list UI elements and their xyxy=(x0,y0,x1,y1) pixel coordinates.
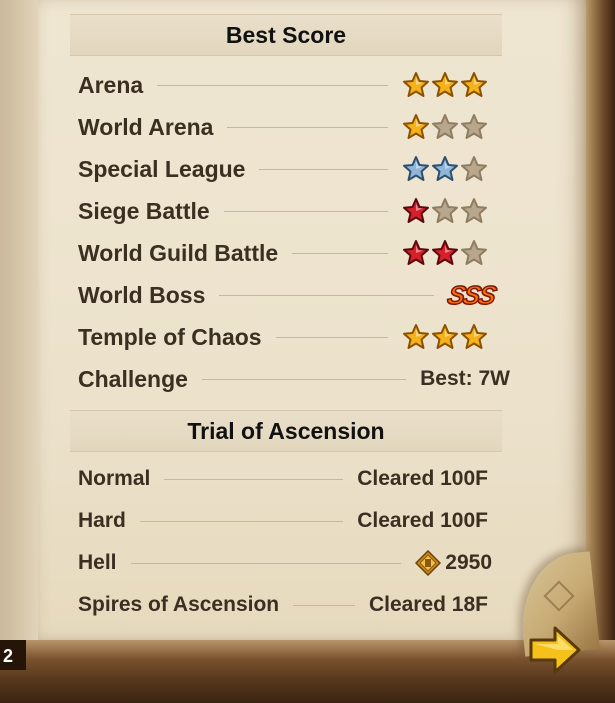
empty-star-icon xyxy=(432,198,458,223)
sss-rank-badge: SSS xyxy=(444,279,498,311)
silver-star-icon xyxy=(432,156,458,181)
row-label: Normal xyxy=(78,467,151,490)
row-divider xyxy=(292,252,388,254)
trial-value: Cleared 18F xyxy=(368,593,488,616)
trial-header: Trial of Ascension xyxy=(70,410,502,452)
score-row-siege-battle: Siege Battle xyxy=(78,194,500,228)
empty-star-icon xyxy=(432,114,458,139)
red-star-icon xyxy=(403,240,429,265)
score-row-world-arena: World Arena xyxy=(78,110,500,144)
gold-star-icon xyxy=(461,324,487,349)
trial-row-hard: Hard Cleared 100F xyxy=(78,504,500,538)
star-rating xyxy=(402,113,488,141)
row-divider xyxy=(275,336,388,338)
challenge-best: Best: 7W xyxy=(420,367,510,390)
row-divider xyxy=(130,562,402,564)
hell-medal-icon xyxy=(415,550,442,576)
row-divider xyxy=(259,168,388,170)
row-label: World Boss xyxy=(78,281,206,308)
gold-star-icon xyxy=(403,114,429,139)
row-divider xyxy=(201,378,407,380)
gold-star-icon xyxy=(461,72,487,97)
row-label: World Guild Battle xyxy=(78,239,279,266)
empty-star-icon xyxy=(461,198,487,223)
page-number: 2 xyxy=(3,646,14,666)
row-divider xyxy=(219,294,434,296)
row-label: Hard xyxy=(78,509,126,532)
row-label: Special League xyxy=(78,155,246,182)
score-row-world-guild-battle: World Guild Battle xyxy=(78,236,500,270)
row-label: Challenge xyxy=(78,365,188,392)
trial-value: Cleared 100F xyxy=(357,467,488,490)
red-star-icon xyxy=(432,240,458,265)
next-page-arrow-icon[interactable] xyxy=(527,624,583,676)
score-row-challenge: Challenge Best: 7W xyxy=(78,362,510,396)
achievement-book: 2 Best Score Arena World Arena Special L… xyxy=(0,0,615,703)
best-score-header: Best Score xyxy=(70,14,502,56)
row-label: Temple of Chaos xyxy=(78,323,262,350)
book-bottom xyxy=(0,640,615,703)
row-label: Hell xyxy=(78,551,117,574)
gold-star-icon xyxy=(403,324,429,349)
hell-score: 2950 xyxy=(445,551,492,574)
best-score-title: Best Score xyxy=(225,21,347,48)
trial-row-hell: Hell 2950 xyxy=(78,546,500,580)
row-divider xyxy=(157,84,388,86)
gold-star-icon xyxy=(432,324,458,349)
silver-star-icon xyxy=(403,156,429,181)
row-label: Spires of Ascension xyxy=(78,593,280,616)
trial-value: Cleared 100F xyxy=(357,509,488,532)
red-star-icon xyxy=(403,198,429,223)
row-divider xyxy=(164,478,344,480)
score-row-temple-of-chaos: Temple of Chaos xyxy=(78,320,500,354)
row-divider xyxy=(293,604,355,606)
trial-title: Trial of Ascension xyxy=(187,417,385,444)
star-rating xyxy=(402,323,488,351)
row-label: Arena xyxy=(78,71,144,98)
trial-row-spires: Spires of Ascension Cleared 18F xyxy=(78,588,500,622)
empty-star-icon xyxy=(461,114,487,139)
star-rating xyxy=(402,197,488,225)
score-row-arena: Arena xyxy=(78,68,500,102)
star-rating xyxy=(402,71,488,99)
score-row-world-boss: World Boss SSS xyxy=(78,278,500,312)
score-row-special-league: Special League xyxy=(78,152,500,186)
row-label: Siege Battle xyxy=(78,197,210,224)
row-divider xyxy=(223,210,388,212)
trial-row-normal: Normal Cleared 100F xyxy=(78,462,500,496)
row-divider xyxy=(139,520,344,522)
trial-value-with-icon: 2950 xyxy=(415,550,492,576)
row-label: World Arena xyxy=(78,113,214,140)
star-rating xyxy=(402,155,488,183)
gold-star-icon xyxy=(403,72,429,97)
gold-star-icon xyxy=(432,72,458,97)
empty-star-icon xyxy=(461,240,487,265)
star-rating xyxy=(402,239,488,267)
empty-star-icon xyxy=(461,156,487,181)
row-divider xyxy=(227,126,388,128)
